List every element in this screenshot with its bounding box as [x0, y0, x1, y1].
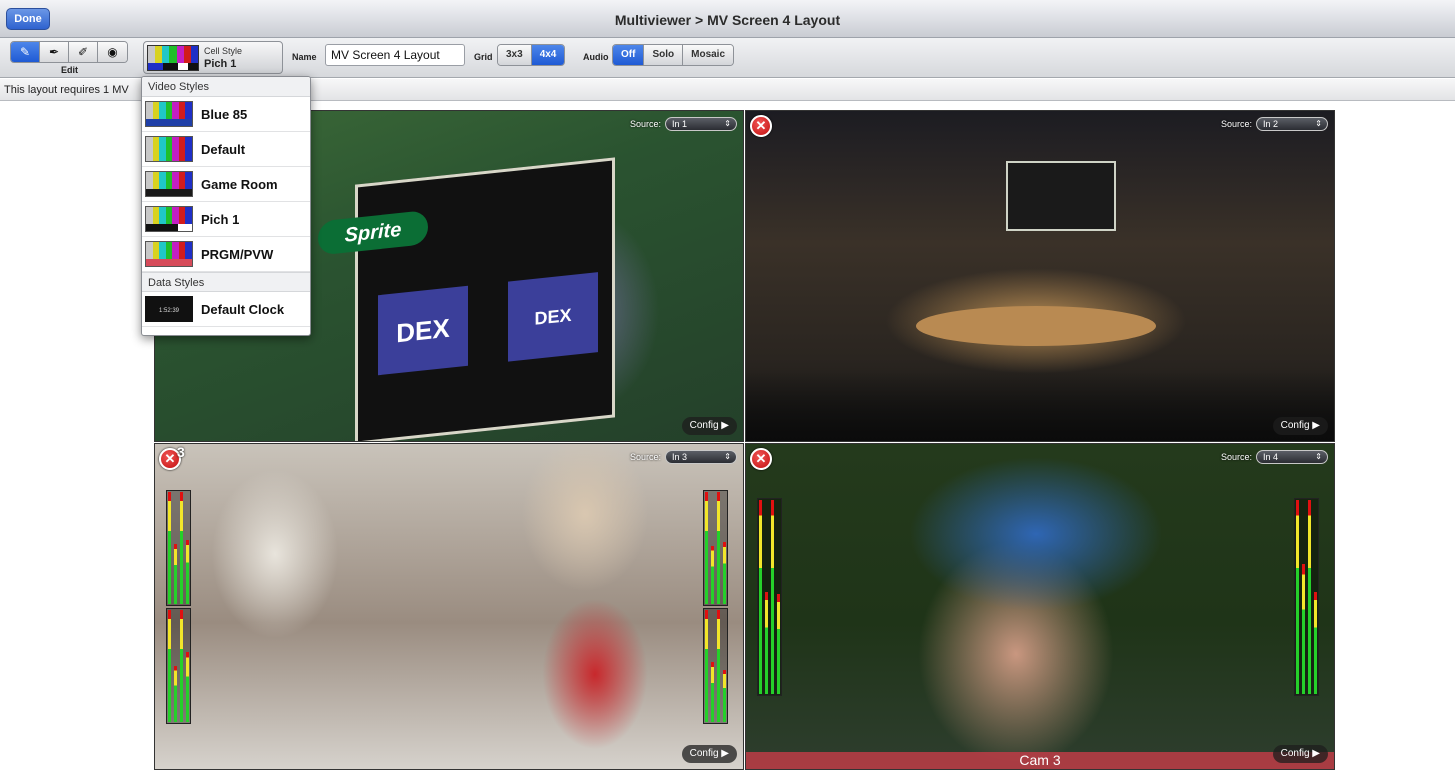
- data-styles-header: Data Styles: [142, 272, 310, 292]
- style-option-label: Default: [201, 141, 246, 157]
- cell-style-value: Pich 1: [204, 58, 237, 70]
- config-button[interactable]: Config ▶: [1272, 417, 1328, 435]
- remove-cell-icon[interactable]: ✕: [750, 448, 772, 470]
- remove-cell-icon[interactable]: ✕: [750, 115, 772, 137]
- brush-tool-button[interactable]: ✐: [69, 42, 98, 62]
- name-label: Name: [292, 52, 317, 62]
- edit-label: Edit: [61, 65, 78, 75]
- style-thumbnail: [145, 136, 193, 162]
- title-bar: Done Multiviewer > MV Screen 4 Layout: [0, 0, 1455, 38]
- basketball-court: [916, 306, 1156, 346]
- style-option-label: Blue 85: [201, 106, 248, 122]
- layout-name-input[interactable]: [325, 44, 465, 66]
- scene-text-sprite: Sprite: [318, 209, 428, 256]
- style-option-label: Default Clock: [201, 301, 285, 317]
- cell-style-button[interactable]: Cell Style Pich 1: [143, 41, 283, 74]
- source-selector-4: Source: In 4: [1221, 450, 1328, 464]
- cell-style-popover: Video Styles Blue 85 Default Game Room P…: [141, 76, 311, 336]
- camera-label: Cam 3: [746, 752, 1334, 769]
- crowd-silhouette: [746, 371, 1334, 441]
- style-thumbnail: [145, 206, 193, 232]
- config-button[interactable]: Config ▶: [681, 417, 737, 435]
- grid-3x3-button[interactable]: 3x3: [498, 45, 532, 65]
- style-option-blue-85[interactable]: Blue 85: [142, 97, 310, 132]
- scene-text-dex: DEX: [378, 285, 468, 376]
- source-dropdown[interactable]: In 2: [1256, 117, 1328, 131]
- style-option-prgm-pvw[interactable]: PRGM/PVW: [142, 237, 310, 272]
- eyedropper-tool-button[interactable]: ✒: [40, 42, 69, 62]
- audio-meter-right: [1294, 498, 1319, 696]
- audio-meter-right-top: [703, 490, 728, 606]
- source-label: Source:: [1220, 119, 1252, 129]
- mv-cell-3[interactable]: ✕ 3 Source: In 3 Config ▶: [154, 443, 744, 770]
- cell-style-caption: Cell Style: [204, 46, 243, 56]
- source-dropdown[interactable]: In 1: [665, 117, 737, 131]
- done-button[interactable]: Done: [6, 8, 50, 30]
- audio-mosaic-button[interactable]: Mosaic: [683, 45, 734, 65]
- window-title: Multiviewer > MV Screen 4 Layout: [614, 12, 841, 28]
- style-option-pich-1[interactable]: Pich 1: [142, 202, 310, 237]
- source-selector-3: Source: In 3: [630, 450, 737, 464]
- audio-meter-left-bottom: [166, 608, 191, 724]
- source-selector-2: Source: In 2: [1221, 117, 1328, 131]
- style-option-default-clock[interactable]: 1:52:39 Default Clock: [142, 292, 310, 327]
- audio-off-button[interactable]: Off: [613, 45, 645, 65]
- clock-thumbnail: 1:52:39: [145, 296, 193, 322]
- audio-segmented-control: Off Solo Mosaic: [612, 44, 735, 66]
- source-dropdown[interactable]: In 3: [665, 450, 737, 464]
- toolbar: ✎ ✒ ✐ ◉ Edit Cell Style Pich 1 Name Grid…: [0, 38, 1455, 78]
- cell-number: 3: [177, 444, 185, 460]
- source-label: Source:: [629, 452, 661, 462]
- source-label: Source:: [629, 119, 661, 129]
- eyedropper-icon: ✒: [48, 45, 60, 59]
- audio-label: Audio: [583, 52, 609, 62]
- audio-meter-right-bottom: [703, 608, 728, 724]
- style-option-default[interactable]: Default: [142, 132, 310, 167]
- mv-cell-4[interactable]: ✕ Source: In 4 Cam 3 Config ▶: [745, 443, 1335, 770]
- edit-tool-group: ✎ ✒ ✐ ◉: [10, 41, 128, 63]
- style-option-label: PRGM/PVW: [201, 246, 274, 262]
- style-thumbnail: [145, 101, 193, 127]
- grid-label: Grid: [474, 52, 493, 62]
- arena-scoreboard: [1006, 161, 1116, 231]
- source-label: Source:: [1220, 452, 1252, 462]
- source-dropdown[interactable]: In 4: [1256, 450, 1328, 464]
- style-option-game-room[interactable]: Game Room: [142, 167, 310, 202]
- eye-icon: ◉: [107, 45, 118, 59]
- audio-meter-left: [757, 498, 782, 696]
- style-option-label: Game Room: [201, 176, 278, 192]
- grid-segmented-control: 3x3 4x4: [497, 44, 566, 66]
- mv-cell-2[interactable]: ✕ Source: In 2 Config ▶: [745, 110, 1335, 442]
- style-option-label: Pich 1: [201, 211, 240, 227]
- scoreboard-scene: DEX DEX Sprite: [318, 157, 615, 441]
- grid-4x4-button[interactable]: 4x4: [531, 45, 565, 65]
- preview-tool-button[interactable]: ◉: [98, 42, 127, 62]
- brush-icon: ✐: [77, 45, 89, 59]
- config-button[interactable]: Config ▶: [1272, 745, 1328, 763]
- video-styles-header: Video Styles: [142, 77, 310, 97]
- pencil-icon: ✎: [19, 45, 31, 59]
- source-selector-1: Source: In 1: [630, 117, 737, 131]
- config-button[interactable]: Config ▶: [681, 745, 737, 763]
- style-thumbnail: [145, 241, 193, 267]
- pencil-tool-button[interactable]: ✎: [11, 42, 40, 62]
- scene-text-dex-side: DEX: [508, 272, 598, 362]
- audio-solo-button[interactable]: Solo: [644, 45, 684, 65]
- style-thumbnail: [145, 171, 193, 197]
- cell-style-thumbnail: [147, 45, 199, 71]
- audio-meter-left-top: [166, 490, 191, 606]
